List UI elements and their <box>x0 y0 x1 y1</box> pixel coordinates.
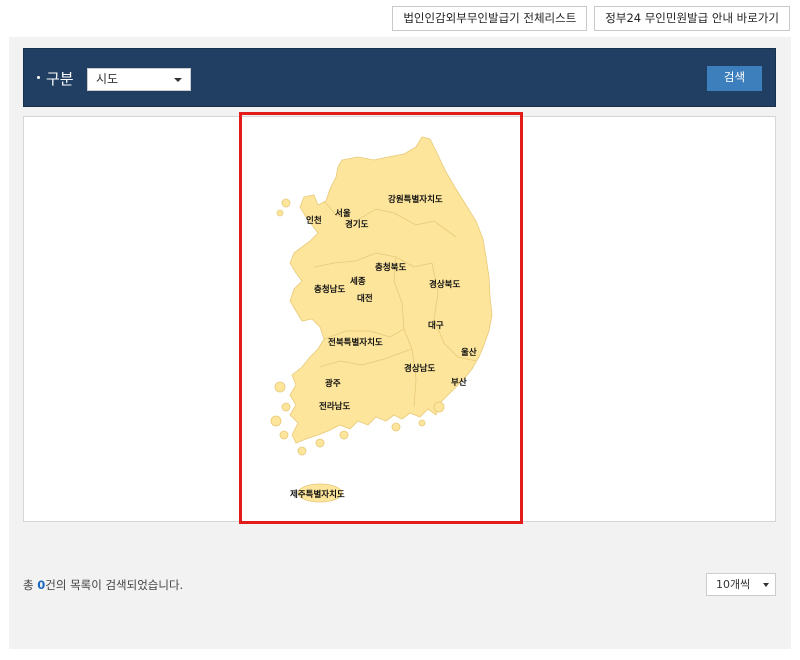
region-daegu[interactable]: 대구 <box>428 320 444 331</box>
region-gwangju[interactable]: 광주 <box>325 378 341 389</box>
region-seoul[interactable]: 서울 <box>335 208 351 219</box>
island-shape <box>281 402 291 412</box>
region-gangwon[interactable]: 강원특별자치도 <box>388 194 443 205</box>
per-page-value: 10개씩 <box>716 578 751 591</box>
caret-down-icon <box>763 583 769 587</box>
island-shape <box>297 446 307 456</box>
region-ulsan[interactable]: 울산 <box>461 347 477 358</box>
region-gyeongnam[interactable]: 경상남도 <box>404 363 435 374</box>
korea-map: 인천 서울 경기도 강원특별자치도 충청북도 세종 충청남도 대전 경상북도 대… <box>270 136 493 503</box>
region-sejong[interactable]: 세종 <box>350 276 366 287</box>
island-shape <box>433 401 445 413</box>
region-jeonnam[interactable]: 전라남도 <box>319 401 350 412</box>
search-bar: 구분 시도 검색 <box>23 48 776 107</box>
bullet-icon <box>37 76 40 79</box>
island-shape <box>279 430 289 440</box>
island-shape <box>281 198 291 208</box>
island-shape <box>315 438 325 448</box>
search-result-summary: 총 0건의 목록이 검색되었습니다. <box>23 577 183 593</box>
region-type-value: 시도 <box>96 72 119 86</box>
region-jeonbuk[interactable]: 전북특별자치도 <box>328 337 383 348</box>
region-busan[interactable]: 부산 <box>451 377 467 388</box>
region-gyeongbuk[interactable]: 경상북도 <box>429 279 460 290</box>
content-panel: 구분 시도 검색 인천 서울 경기도 강원특별자치도 충청북도 세종 충청남도 … <box>9 37 791 649</box>
search-button[interactable]: 검색 <box>707 66 762 91</box>
island-shape <box>276 209 284 217</box>
search-category-label: 구분 <box>37 68 74 89</box>
result-prefix: 총 <box>23 578 38 592</box>
island-shape <box>339 430 349 440</box>
island-shape <box>418 419 426 427</box>
island-shape <box>391 422 401 432</box>
region-chungnam[interactable]: 충청남도 <box>314 284 345 295</box>
region-chungbuk[interactable]: 충청북도 <box>375 262 406 273</box>
top-links: 법인인감외부무인발급기 전체리스트 정부24 무인민원발급 안내 바로가기 <box>392 6 790 31</box>
region-jeju[interactable]: 제주특별자치도 <box>290 489 345 500</box>
region-type-select[interactable]: 시도 <box>87 68 191 91</box>
per-page-select[interactable]: 10개씩 <box>706 573 776 596</box>
corp-seal-list-link[interactable]: 법인인감외부무인발급기 전체리스트 <box>392 6 588 31</box>
region-incheon[interactable]: 인천 <box>306 215 322 226</box>
result-suffix: 건의 목록이 검색되었습니다. <box>45 578 184 592</box>
gov24-guide-link[interactable]: 정부24 무인민원발급 안내 바로가기 <box>594 6 790 31</box>
island-shape <box>270 415 282 427</box>
region-gyeonggi[interactable]: 경기도 <box>345 219 369 230</box>
caret-down-icon <box>174 78 182 82</box>
map-container: 인천 서울 경기도 강원특별자치도 충청북도 세종 충청남도 대전 경상북도 대… <box>23 116 776 522</box>
search-category-text: 구분 <box>46 70 74 88</box>
region-daejeon[interactable]: 대전 <box>357 293 373 304</box>
island-shape <box>274 381 286 393</box>
